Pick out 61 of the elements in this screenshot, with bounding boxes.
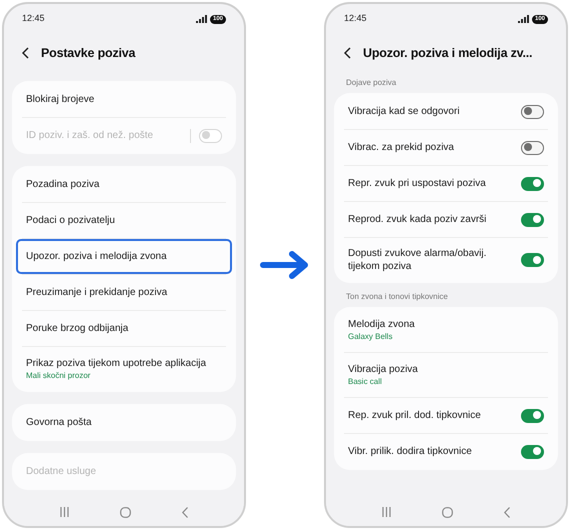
back-icon[interactable] [344,47,351,59]
row-label: Govorna pošta [26,416,93,429]
settings-row[interactable]: Repr. zvuk pri uspostavi poziva [338,166,554,201]
section-heading: Ton zvona i tonovi tipkovnice [345,291,449,303]
toggle-switch[interactable] [521,408,544,422]
status-time: 12:45 [22,12,45,26]
settings-row[interactable]: Pozadina poziva [16,167,232,202]
row-sublabel: Mali skočni prozor [26,370,92,381]
section-heading: Dojave poziva [345,78,398,89]
toggle-switch[interactable] [521,212,544,226]
row-label: Podaci o pozivatelju [26,214,116,227]
settings-row[interactable]: Dopusti zvukove alarma/obavij. tijekom poziva [338,238,554,282]
settings-row[interactable]: Poruke brzog odbijanja [16,311,232,346]
row-label: Preuzimanje i prekidanje poziva [26,286,168,299]
row-label: Reprod. zvuk kada poziv završi [348,213,488,226]
page-title: Postavke poziva [41,44,136,62]
signal-icon [518,15,529,23]
settings-row[interactable]: Preuzimanje i prekidanje poziva [16,275,232,310]
toggle-switch[interactable] [521,444,544,458]
settings-row[interactable]: Upozor. poziva i melodija zvona [16,239,232,274]
page-title: Upozor. poziva i melodija zv... [363,44,532,62]
status-time: 12:45 [344,12,367,26]
row-label: Poruke brzog odbijanja [26,322,130,335]
row-sublabel: Basic call [348,376,383,387]
recents-icon[interactable] [60,507,69,517]
settings-row[interactable]: Melodija zvona Galaxy Bells [338,308,554,352]
row-label: Dodatne usluge [26,465,98,478]
settings-row[interactable]: Vibracija poziva Basic call [338,353,554,397]
settings-row[interactable]: Podaci o pozivatelju [16,203,232,238]
row-sublabel: Galaxy Bells [348,331,394,342]
settings-row[interactable]: Vibracija kad se odgovori [338,94,554,129]
row-label: Vibracija poziva [348,363,419,376]
row-label: Rep. zvuk pril. dod. tipkovnice [348,409,482,422]
toggle-switch[interactable] [521,104,544,118]
recents-icon[interactable] [382,507,391,517]
settings-row[interactable]: Reprod. zvuk kada poziv završi [338,202,554,237]
settings-row[interactable]: Blokiraj brojeve [16,82,232,117]
toggle-switch[interactable] [521,140,544,154]
row-label: Upozor. poziva i melodija zvona [26,250,168,263]
row-label: Melodija zvona [348,318,416,331]
row-label: Prikaz poziva tijekom upotrebe aplikacija [26,357,208,370]
settings-row[interactable]: Vibr. prilik. dodira tipkovnice [338,434,554,469]
settings-row[interactable]: Prikaz poziva tijekom upotrebe aplikacija Mali skočni prozor [16,347,232,391]
home-icon[interactable] [120,506,131,518]
row-label: Vibr. prilik. dodira tipkovnice [348,445,473,458]
toggle-switch[interactable] [521,253,544,267]
settings-row[interactable]: Govorna pošta [16,405,232,440]
toggle-switch[interactable] [521,176,544,190]
home-icon[interactable] [442,506,453,518]
settings-row[interactable]: Vibrac. za prekid poziva [338,130,554,165]
row-label: Blokiraj brojeve [26,93,96,106]
row-label: Dopusti zvukove alarma/obavij. tijekom poziva [348,247,488,273]
row-label: Repr. zvuk pri uspostavi poziva [348,177,487,190]
settings-row[interactable]: Rep. zvuk pril. dod. tipkovnice [338,398,554,433]
arrow-icon [260,250,310,280]
back-icon[interactable] [22,47,29,59]
row-label: Vibracija kad se odgovori [348,105,461,118]
row-label: ID poziv. i zaš. od než. pošte [26,129,154,142]
row-label: Pozadina poziva [26,178,100,191]
row-label: Vibrac. za prekid poziva [348,141,455,154]
signal-icon [196,15,207,23]
